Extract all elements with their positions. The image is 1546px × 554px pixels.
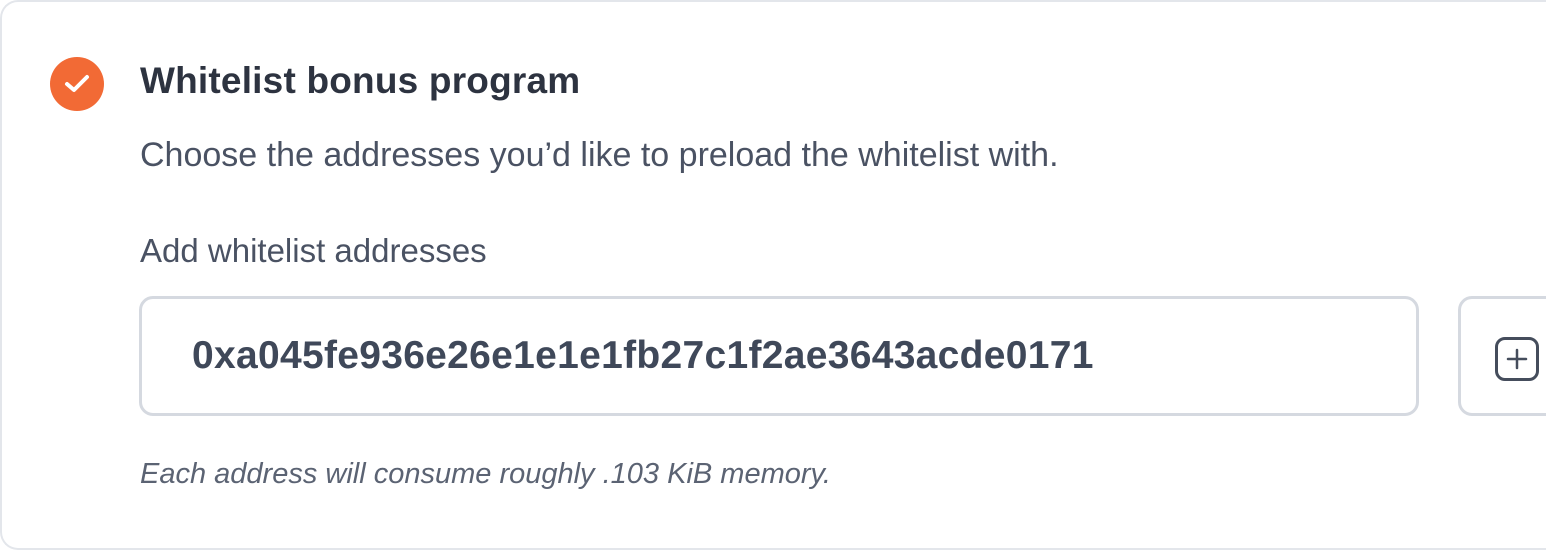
- memory-hint: Each address will consume roughly .103 K…: [140, 458, 831, 490]
- section-title: Whitelist bonus program: [140, 60, 581, 101]
- whitelist-addresses-label: Add whitelist addresses: [140, 232, 487, 269]
- plus-square-icon: [1495, 337, 1539, 381]
- add-address-button[interactable]: [1458, 296, 1546, 416]
- check-circle-icon: [50, 57, 104, 111]
- whitelist-section-card: Whitelist bonus program Choose the addre…: [0, 0, 1546, 550]
- whitelist-address-input[interactable]: [139, 296, 1419, 416]
- section-description: Choose the addresses you’d like to prelo…: [140, 136, 1059, 174]
